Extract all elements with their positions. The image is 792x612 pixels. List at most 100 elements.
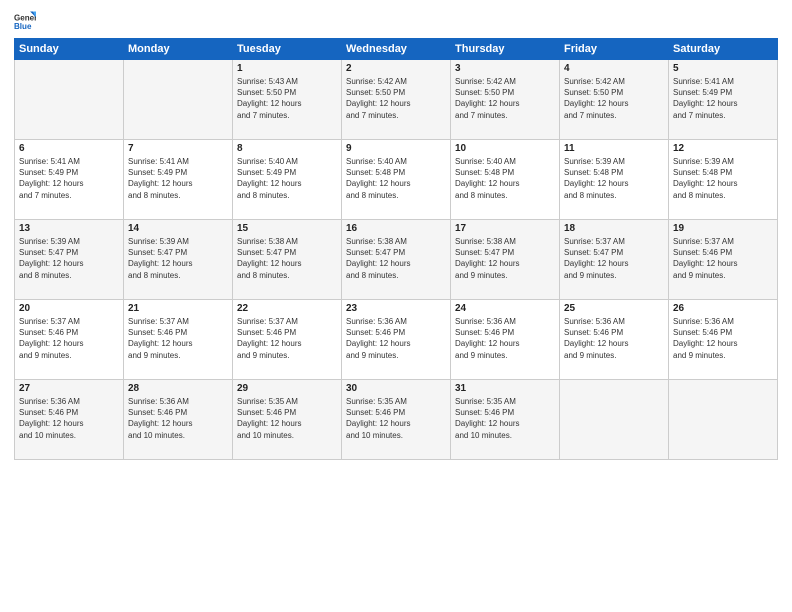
calendar-cell: 3Sunrise: 5:42 AM Sunset: 5:50 PM Daylig…: [451, 60, 560, 140]
day-number: 26: [673, 303, 773, 314]
calendar-cell: 15 Sunrise: 5:38 AM Sunset: 5:47 PM Dayli…: [233, 220, 342, 300]
weekday-header-sunday: Sunday: [15, 39, 124, 60]
day-number: 1: [237, 63, 337, 74]
calendar-cell: 16 Sunrise: 5:38 AM Sunset: 5:47 PM Dayli…: [342, 220, 451, 300]
calendar-cell: 28 Sunrise: 5:36 AM Sunset: 5:46 PM Dayli…: [124, 380, 233, 460]
calendar-cell: 25 Sunrise: 5:36 AM Sunset: 5:46 PM Dayli…: [560, 300, 669, 380]
day-info: Sunrise: 5:39 AM Sunset: 5:47 PM Dayligh…: [19, 236, 119, 281]
week-row-3: 13 Sunrise: 5:39 AM Sunset: 5:47 PM Dayli…: [15, 220, 778, 300]
calendar-cell: 20 Sunrise: 5:37 AM Sunset: 5:46 PM Dayli…: [15, 300, 124, 380]
week-row-1: 1 Sunrise: 5:43 AM Sunset: 5:50 PM Daylig…: [15, 60, 778, 140]
day-info: Sunrise: 5:35 AM Sunset: 5:46 PM Dayligh…: [237, 396, 337, 441]
svg-text:General: General: [14, 13, 36, 22]
generalblue-icon: General Blue: [14, 10, 36, 32]
calendar-container: General Blue SundayMondayTuesdayWednesda…: [0, 0, 792, 612]
day-info: Sunrise: 5:41 AM Sunset: 5:49 PM Dayligh…: [128, 156, 228, 201]
day-info: Sunrise: 5:42 AM Sunset: 5:50 PM Dayligh…: [455, 76, 555, 121]
day-info: Sunrise: 5:37 AM Sunset: 5:46 PM Dayligh…: [237, 316, 337, 361]
day-number: 9: [346, 143, 446, 154]
calendar-cell: 18Sunrise: 5:37 AM Sunset: 5:47 PM Dayli…: [560, 220, 669, 300]
day-number: 6: [19, 143, 119, 154]
calendar-cell: 2 Sunrise: 5:42 AM Sunset: 5:50 PM Daylig…: [342, 60, 451, 140]
week-row-5: 27 Sunrise: 5:36 AM Sunset: 5:46 PM Dayli…: [15, 380, 778, 460]
day-number: 23: [346, 303, 446, 314]
day-info: Sunrise: 5:42 AM Sunset: 5:50 PM Dayligh…: [346, 76, 446, 121]
day-info: Sunrise: 5:40 AM Sunset: 5:49 PM Dayligh…: [237, 156, 337, 201]
calendar-cell: 10 Sunrise: 5:40 AM Sunset: 5:48 PM Dayli…: [451, 140, 560, 220]
calendar-cell: [124, 60, 233, 140]
header: General Blue: [14, 10, 778, 32]
day-info: Sunrise: 5:43 AM Sunset: 5:50 PM Dayligh…: [237, 76, 337, 121]
day-number: 21: [128, 303, 228, 314]
day-number: 15: [237, 223, 337, 234]
weekday-header-saturday: Saturday: [669, 39, 778, 60]
weekday-header-tuesday: Tuesday: [233, 39, 342, 60]
day-number: 8: [237, 143, 337, 154]
calendar-table: SundayMondayTuesdayWednesdayThursdayFrid…: [14, 38, 778, 460]
calendar-cell: 13 Sunrise: 5:39 AM Sunset: 5:47 PM Dayli…: [15, 220, 124, 300]
day-number: 19: [673, 223, 773, 234]
svg-text:Blue: Blue: [14, 22, 32, 31]
calendar-cell: 23 Sunrise: 5:36 AM Sunset: 5:46 PM Dayli…: [342, 300, 451, 380]
calendar-cell: 5 Sunrise: 5:41 AM Sunset: 5:49 PM Daylig…: [669, 60, 778, 140]
day-number: 18: [564, 223, 664, 234]
day-number: 29: [237, 383, 337, 394]
calendar-cell: 7Sunrise: 5:41 AM Sunset: 5:49 PM Daylig…: [124, 140, 233, 220]
day-info: Sunrise: 5:39 AM Sunset: 5:48 PM Dayligh…: [673, 156, 773, 201]
day-number: 13: [19, 223, 119, 234]
week-row-4: 20 Sunrise: 5:37 AM Sunset: 5:46 PM Dayli…: [15, 300, 778, 380]
day-number: 25: [564, 303, 664, 314]
day-info: Sunrise: 5:41 AM Sunset: 5:49 PM Dayligh…: [673, 76, 773, 121]
calendar-cell: 11Sunrise: 5:39 AM Sunset: 5:48 PM Dayli…: [560, 140, 669, 220]
day-info: Sunrise: 5:36 AM Sunset: 5:46 PM Dayligh…: [564, 316, 664, 361]
day-info: Sunrise: 5:36 AM Sunset: 5:46 PM Dayligh…: [455, 316, 555, 361]
calendar-cell: 24 Sunrise: 5:36 AM Sunset: 5:46 PM Dayli…: [451, 300, 560, 380]
day-info: Sunrise: 5:36 AM Sunset: 5:46 PM Dayligh…: [19, 396, 119, 441]
day-info: Sunrise: 5:42 AM Sunset: 5:50 PM Dayligh…: [564, 76, 664, 121]
day-number: 12: [673, 143, 773, 154]
day-info: Sunrise: 5:41 AM Sunset: 5:49 PM Dayligh…: [19, 156, 119, 201]
calendar-cell: [15, 60, 124, 140]
day-info: Sunrise: 5:40 AM Sunset: 5:48 PM Dayligh…: [346, 156, 446, 201]
day-info: Sunrise: 5:38 AM Sunset: 5:47 PM Dayligh…: [455, 236, 555, 281]
day-info: Sunrise: 5:39 AM Sunset: 5:47 PM Dayligh…: [128, 236, 228, 281]
calendar-cell: 9 Sunrise: 5:40 AM Sunset: 5:48 PM Daylig…: [342, 140, 451, 220]
calendar-cell: 29 Sunrise: 5:35 AM Sunset: 5:46 PM Dayli…: [233, 380, 342, 460]
weekday-header-wednesday: Wednesday: [342, 39, 451, 60]
day-info: Sunrise: 5:36 AM Sunset: 5:46 PM Dayligh…: [673, 316, 773, 361]
day-number: 31: [455, 383, 555, 394]
day-number: 16: [346, 223, 446, 234]
calendar-cell: 30Sunrise: 5:35 AM Sunset: 5:46 PM Dayli…: [342, 380, 451, 460]
calendar-cell: [560, 380, 669, 460]
calendar-cell: 8 Sunrise: 5:40 AM Sunset: 5:49 PM Daylig…: [233, 140, 342, 220]
calendar-cell: 6 Sunrise: 5:41 AM Sunset: 5:49 PM Daylig…: [15, 140, 124, 220]
calendar-cell: [669, 380, 778, 460]
day-number: 10: [455, 143, 555, 154]
weekday-header-row: SundayMondayTuesdayWednesdayThursdayFrid…: [15, 39, 778, 60]
calendar-cell: 27 Sunrise: 5:36 AM Sunset: 5:46 PM Dayli…: [15, 380, 124, 460]
day-info: Sunrise: 5:37 AM Sunset: 5:46 PM Dayligh…: [19, 316, 119, 361]
calendar-cell: 21Sunrise: 5:37 AM Sunset: 5:46 PM Dayli…: [124, 300, 233, 380]
day-number: 30: [346, 383, 446, 394]
calendar-cell: 22Sunrise: 5:37 AM Sunset: 5:46 PM Dayli…: [233, 300, 342, 380]
day-info: Sunrise: 5:36 AM Sunset: 5:46 PM Dayligh…: [346, 316, 446, 361]
day-info: Sunrise: 5:37 AM Sunset: 5:46 PM Dayligh…: [673, 236, 773, 281]
day-number: 20: [19, 303, 119, 314]
logo: General Blue: [14, 10, 40, 32]
day-info: Sunrise: 5:36 AM Sunset: 5:46 PM Dayligh…: [128, 396, 228, 441]
calendar-cell: 1 Sunrise: 5:43 AM Sunset: 5:50 PM Daylig…: [233, 60, 342, 140]
calendar-cell: 14Sunrise: 5:39 AM Sunset: 5:47 PM Dayli…: [124, 220, 233, 300]
day-info: Sunrise: 5:38 AM Sunset: 5:47 PM Dayligh…: [346, 236, 446, 281]
day-number: 28: [128, 383, 228, 394]
day-info: Sunrise: 5:39 AM Sunset: 5:48 PM Dayligh…: [564, 156, 664, 201]
day-number: 5: [673, 63, 773, 74]
weekday-header-thursday: Thursday: [451, 39, 560, 60]
calendar-cell: 26 Sunrise: 5:36 AM Sunset: 5:46 PM Dayli…: [669, 300, 778, 380]
calendar-cell: 31Sunrise: 5:35 AM Sunset: 5:46 PM Dayli…: [451, 380, 560, 460]
day-info: Sunrise: 5:40 AM Sunset: 5:48 PM Dayligh…: [455, 156, 555, 201]
day-number: 2: [346, 63, 446, 74]
day-number: 24: [455, 303, 555, 314]
day-number: 27: [19, 383, 119, 394]
calendar-cell: 19 Sunrise: 5:37 AM Sunset: 5:46 PM Dayli…: [669, 220, 778, 300]
day-info: Sunrise: 5:38 AM Sunset: 5:47 PM Dayligh…: [237, 236, 337, 281]
